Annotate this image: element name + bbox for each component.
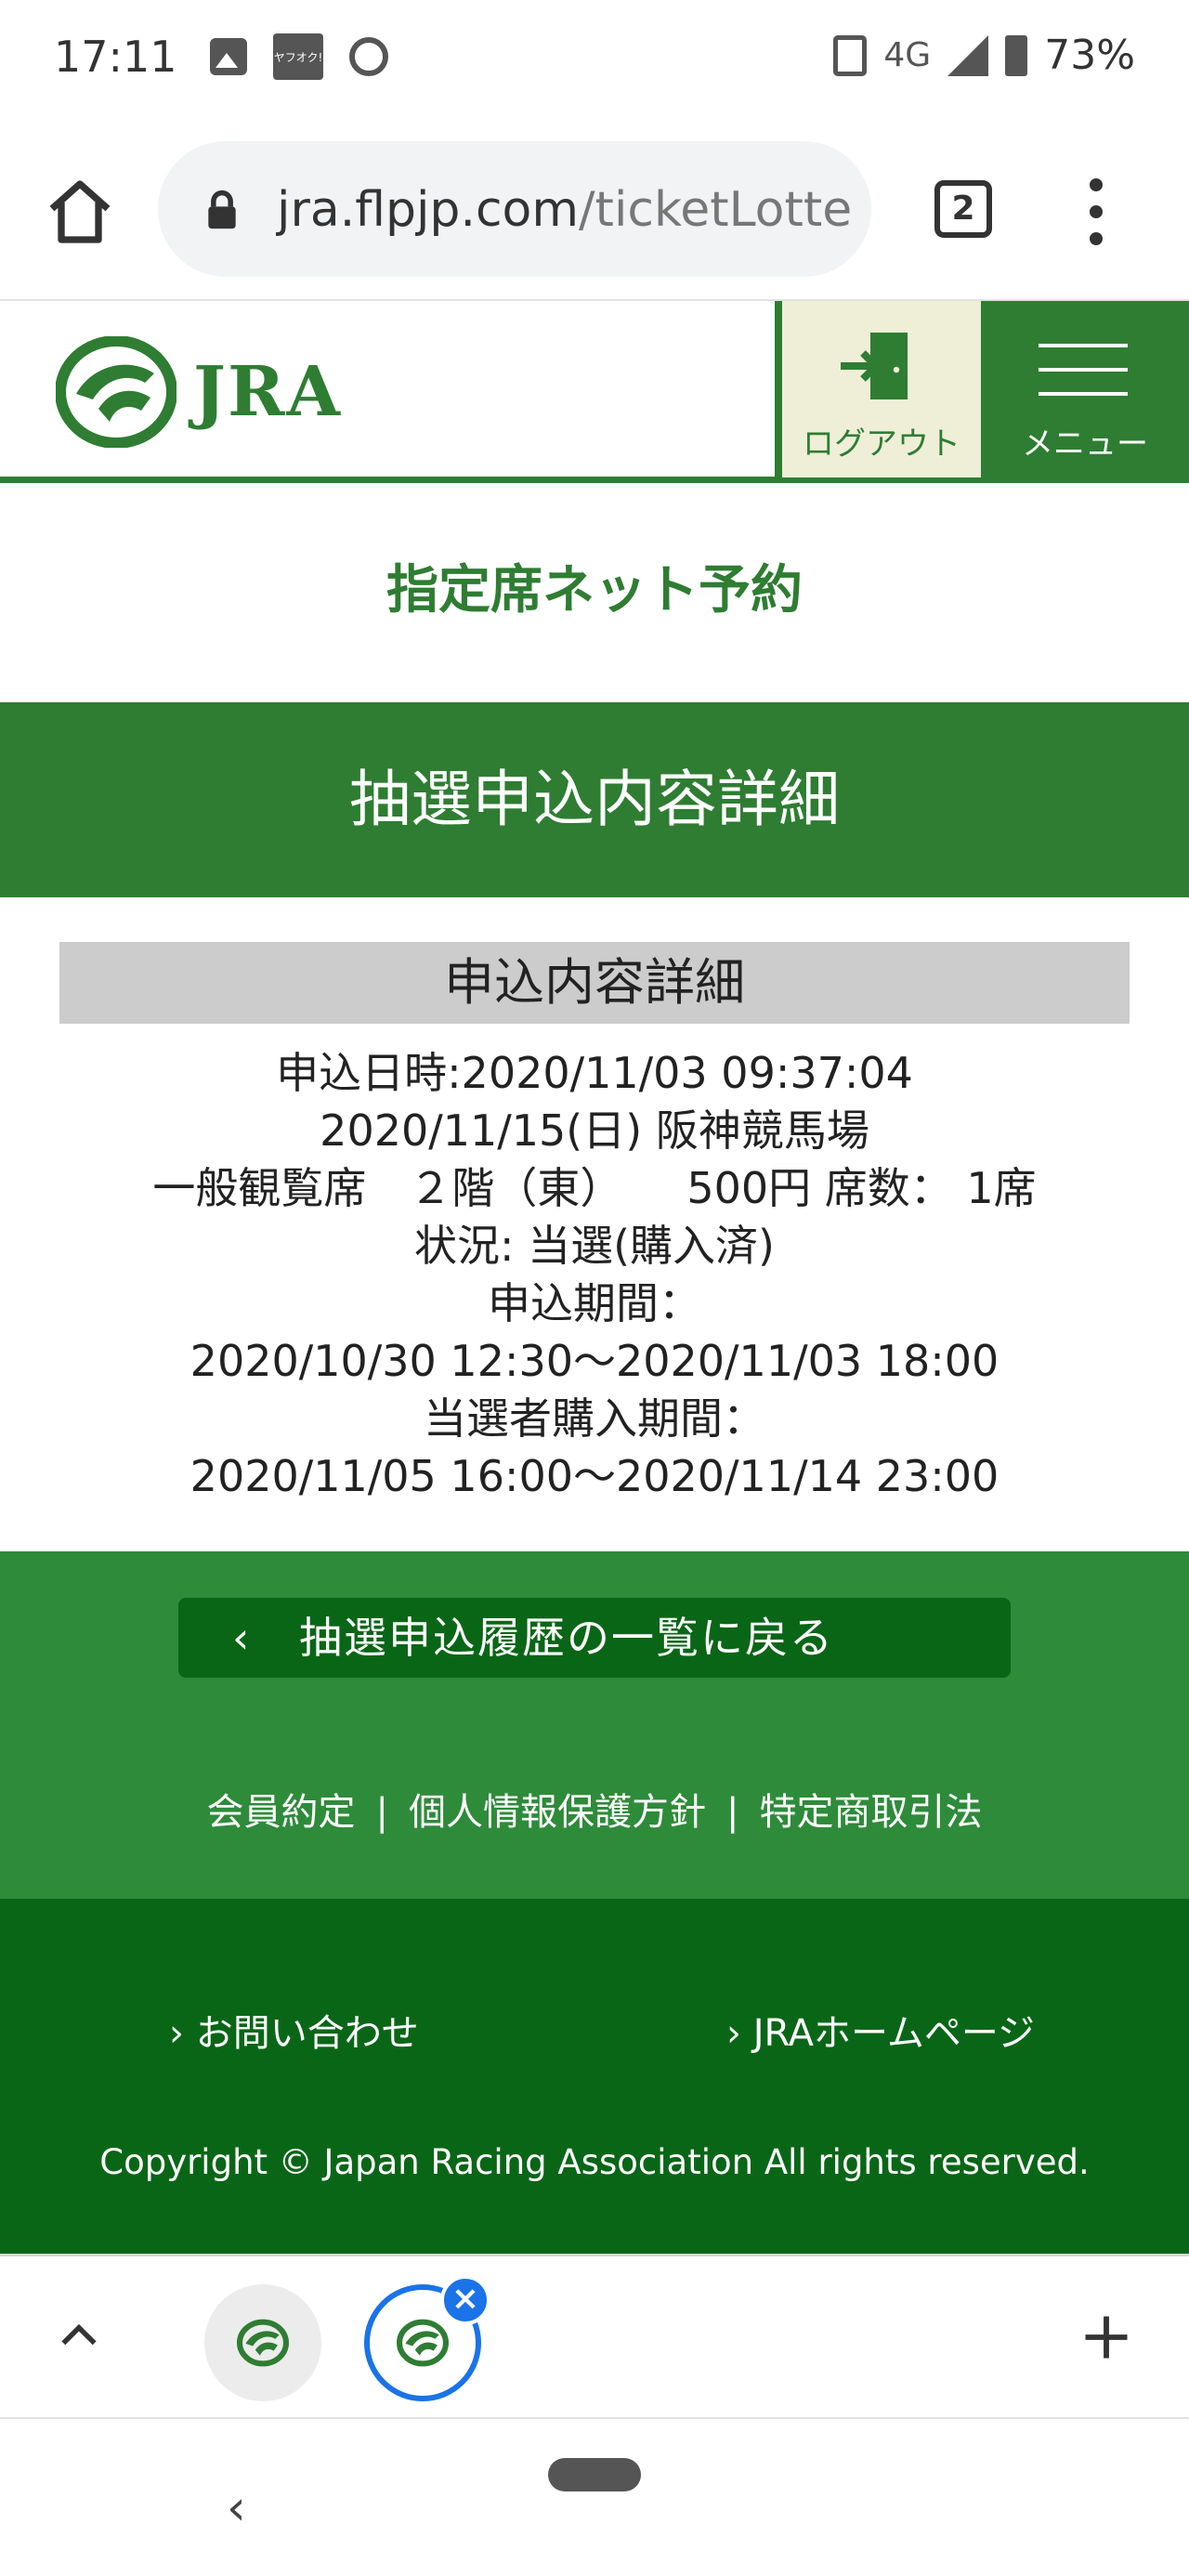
page-title: 抽選申込内容詳細 [0,702,1189,897]
logout-label: ログアウト [803,425,960,463]
chevron-left-icon: ‹ [232,1613,250,1663]
jra-favicon-icon [237,2319,289,2367]
menu-button[interactable]: メニュー [981,301,1189,477]
status-text: 状況: 当選(購入済) [413,1221,775,1271]
notification-icons: ヤフオク! [210,33,388,80]
url-bar[interactable]: jra.flpjp.com/ticketLotte [158,141,871,277]
back-to-history-button[interactable]: ‹ 抽選申込履歴の一覧に戻る [178,1598,1011,1678]
detail-heading: 申込内容詳細 [59,942,1130,1024]
service-title: 指定席ネット予約 [386,560,803,621]
hamburger-icon [1039,344,1128,396]
more-menu-icon[interactable] [1079,178,1113,245]
jra-horse-emblem-icon [56,336,176,448]
system-status-icons: 4G 73% [833,32,1135,79]
footer-separator: | [726,1791,739,1834]
copyright: Copyright © Japan Racing Association All… [99,2142,1090,2182]
race-date-venue: 2020/11/15(日) 阪神競馬場 [320,1105,869,1156]
footer-secondary: › お問い合わせ › JRAホームページ Copyright © Japan R… [0,1899,1189,2254]
menu-label: メニュー [1022,425,1148,463]
url-path: /ticketLotte [579,182,853,238]
seat-info: 一般観覧席 ２階（東） 500円 席数： 1席 [152,1163,1037,1213]
purchase-period-label: 当選者購入期間： [424,1393,765,1444]
contact-link[interactable]: › お問い合わせ [169,2003,419,2057]
purchase-period-value: 2020/11/05 16:00〜2020/11/14 23:00 [189,1451,1000,1501]
application-datetime: 申込日時:2020/11/03 09:37:04 [276,1048,913,1098]
footer-links: 会員約定 | 個人情報保護方針 | 特定商取引法 [0,1782,1189,1836]
close-tab-icon[interactable]: × [440,2275,490,2325]
yahoo-auction-label: ヤフオク! [273,50,323,64]
yahoo-auction-icon: ヤフオク! [273,33,323,80]
back-to-history-label: 抽選申込履歴の一覧に戻る [299,1613,834,1663]
home-icon[interactable] [43,175,117,249]
browser-toolbar: jra.flpjp.com/ticketLotte 2 [0,119,1189,301]
check-circle-icon [349,37,388,76]
image-notification-icon [210,38,247,75]
lock-icon [208,190,236,229]
home-gesture-pill[interactable] [548,2458,641,2491]
new-tab-icon[interactable] [1081,2312,1131,2362]
chevron-up-icon[interactable] [56,2312,102,2359]
nav-back-icon[interactable]: ‹ [227,2480,246,2536]
commerce-law-link[interactable]: 特定商取引法 [759,1791,982,1834]
application-period-label: 申込期間： [488,1278,701,1328]
system-nav-bar: ‹ [0,2419,1189,2576]
tab-strip: × [0,2254,1189,2419]
battery-icon [1005,34,1028,76]
url-domain: jra.flpjp.com [277,182,580,238]
application-details: 申込日時:2020/11/03 09:37:04 2020/11/15(日) 阪… [0,1044,1189,1505]
jra-logo[interactable]: JRA [56,336,342,448]
jra-homepage-link[interactable]: › JRAホームページ [726,2003,1035,2057]
network-type: 4G [883,36,932,74]
logout-button[interactable]: ログアウト [775,301,981,477]
footer-separator: | [375,1791,388,1834]
jra-favicon-icon [397,2319,449,2367]
tab-switcher-button[interactable]: 2 [934,180,992,238]
battery-percent: 73% [1044,32,1135,79]
vibrate-icon [833,34,868,76]
terms-link[interactable]: 会員約定 [207,1791,356,1834]
site-header: JRA ログアウト メニュー [0,301,1189,483]
footer-primary: ‹ 抽選申込履歴の一覧に戻る 会員約定 | 個人情報保護方針 | 特定商取引法 [0,1551,1189,1899]
tab-thumbnail[interactable] [204,2284,321,2401]
status-time: 17:11 [54,32,177,82]
signal-icon [947,34,989,76]
privacy-link[interactable]: 個人情報保護方針 [409,1791,706,1834]
status-bar: 17:11 ヤフオク! 4G 73% [0,0,1189,119]
application-period-value: 2020/10/30 12:30〜2020/11/03 18:00 [189,1336,1000,1386]
url-text: jra.flpjp.com/ticketLotte [277,182,852,238]
jra-logo-text: JRA [193,352,342,432]
logout-icon [841,333,908,399]
